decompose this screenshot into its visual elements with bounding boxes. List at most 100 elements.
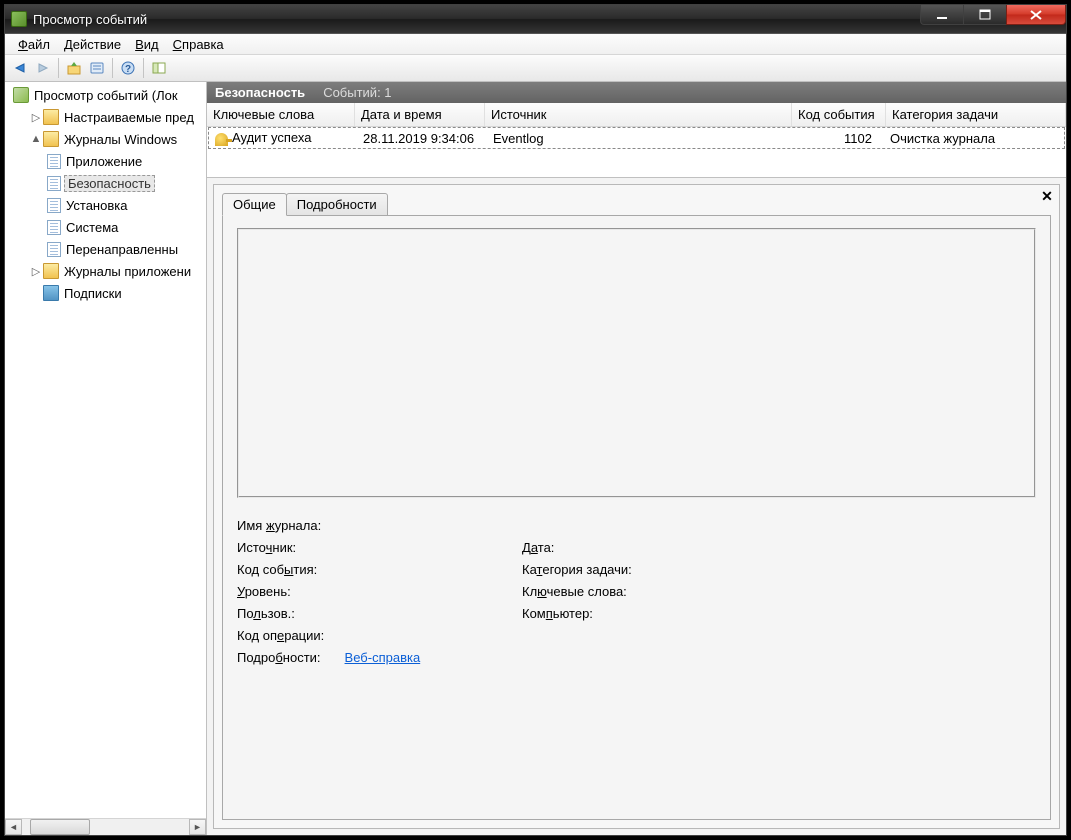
cell-source: Eventlog [487,131,790,146]
label-level: Уровень: [237,584,522,599]
separator-icon [112,58,113,78]
up-button[interactable] [63,57,85,79]
log-icon [47,220,61,235]
folder-icon [43,131,59,147]
subscriptions-icon [43,285,59,301]
tree-forwarded[interactable]: Перенаправленны [7,238,204,260]
label-user: Пользов.: [237,606,522,621]
properties-button[interactable] [86,57,108,79]
label-opcode: Код операции: [237,628,522,643]
help-icon: ? [120,60,136,76]
expand-icon[interactable]: ▷ [29,111,43,124]
tree-app-services[interactable]: ▷Журналы приложени [7,260,204,282]
menu-file[interactable]: Файл [11,35,57,54]
tab-general[interactable]: Общие [222,193,287,216]
back-button[interactable] [9,57,31,79]
tab-body-general: Имя журнала: Источник: Дата: Код события… [222,215,1051,820]
tree-application[interactable]: Приложение [7,150,204,172]
label-computer: Компьютер: [522,606,1036,621]
folder-icon [43,263,59,279]
col-category[interactable]: Категория задачи [886,103,1066,126]
menu-help[interactable]: Справка [166,35,231,54]
tree-security[interactable]: Безопасность [7,172,204,194]
close-button[interactable] [1006,5,1066,25]
close-icon [1029,9,1043,21]
tree-windows-logs[interactable]: ▲Журналы Windows [7,128,204,150]
minimize-icon [936,10,948,20]
menu-view[interactable]: Вид [128,35,166,54]
collapse-icon[interactable]: ▲ [29,133,43,145]
refresh-button[interactable] [148,57,170,79]
label-date: Дата: [522,540,1036,555]
minimize-button[interactable] [920,5,964,25]
list-header: Ключевые слова Дата и время Источник Код… [207,103,1066,127]
log-icon [47,242,61,257]
col-datetime[interactable]: Дата и время [355,103,485,126]
label-logname: Имя журнала: [237,518,522,533]
label-keywords: Ключевые слова: [522,584,1036,599]
col-eventid[interactable]: Код события [792,103,886,126]
scroll-thumb[interactable] [30,819,90,835]
details-tabs: Общие Подробности [214,185,1059,216]
web-help-link[interactable]: Веб-справка [345,650,421,665]
sidebar: Просмотр событий (Лок ▷Настраиваемые пре… [5,82,207,835]
label-category: Категория задачи: [522,562,1036,577]
sidebar-scrollbar[interactable]: ◄ ► [5,818,206,835]
expand-icon[interactable]: ▷ [29,265,43,278]
log-icon [47,176,61,191]
event-info-grid: Имя журнала: Источник: Дата: Код события… [237,518,1036,665]
audit-success-icon [215,133,228,146]
tree-system[interactable]: Система [7,216,204,238]
tree-custom-views[interactable]: ▷Настраиваемые пред [7,106,204,128]
tree-root[interactable]: Просмотр событий (Лок [7,84,204,106]
scroll-left-button[interactable]: ◄ [5,819,22,835]
label-moreinfo: Подробности: Веб-справка [237,650,522,665]
properties-icon [89,60,105,76]
titlebar[interactable]: Просмотр событий [5,5,1066,33]
cell-datetime: 28.11.2019 9:34:06 [357,131,487,146]
maximize-icon [979,9,991,20]
folder-icon [43,109,59,125]
app-icon [11,11,27,27]
separator-icon [58,58,59,78]
back-arrow-icon [12,60,28,76]
event-list[interactable]: Аудит успеха 28.11.2019 9:34:06 Eventlog… [207,127,1066,177]
log-icon [47,198,61,213]
log-name: Безопасность [215,85,323,100]
log-count: Событий: 1 [323,85,391,100]
maximize-button[interactable] [963,5,1007,25]
app-window: Просмотр событий Файл Действие Вид Справ… [4,4,1067,836]
log-header: Безопасность Событий: 1 [207,82,1066,103]
tree-setup[interactable]: Установка [7,194,204,216]
cell-category: Очистка журнала [884,131,1064,146]
col-keywords[interactable]: Ключевые слова [207,103,355,126]
window-title: Просмотр событий [33,12,921,27]
col-source[interactable]: Источник [485,103,792,126]
menu-action[interactable]: Действие [57,35,128,54]
cell-eventid: 1102 [790,131,884,146]
forward-button[interactable] [32,57,54,79]
scroll-right-button[interactable]: ► [189,819,206,835]
menubar: Файл Действие Вид Справка [5,34,1066,55]
details-pane: ✕ Общие Подробности Имя журнала: Источни… [207,177,1066,835]
event-viewer-icon [13,87,29,103]
toolbar: ? [5,55,1066,82]
client-area: Файл Действие Вид Справка ? Просмотр соб… [5,33,1066,835]
separator-icon [143,58,144,78]
forward-arrow-icon [35,60,51,76]
event-row[interactable]: Аудит успеха 28.11.2019 9:34:06 Eventlog… [208,127,1065,149]
panel-icon [151,60,167,76]
log-icon [47,154,61,169]
description-box [237,228,1036,498]
folder-up-icon [66,60,82,76]
cell-keywords: Аудит успеха [232,130,311,145]
content-panel: Безопасность Событий: 1 Ключевые слова Д… [207,82,1066,835]
tree[interactable]: Просмотр событий (Лок ▷Настраиваемые пре… [5,82,206,818]
label-source: Источник: [237,540,522,555]
tab-details[interactable]: Подробности [286,193,388,216]
details-box: ✕ Общие Подробности Имя журнала: Источни… [213,184,1060,829]
svg-text:?: ? [125,64,131,75]
tree-subscriptions[interactable]: Подписки [7,282,204,304]
help-button[interactable]: ? [117,57,139,79]
label-eventid: Код события: [237,562,522,577]
